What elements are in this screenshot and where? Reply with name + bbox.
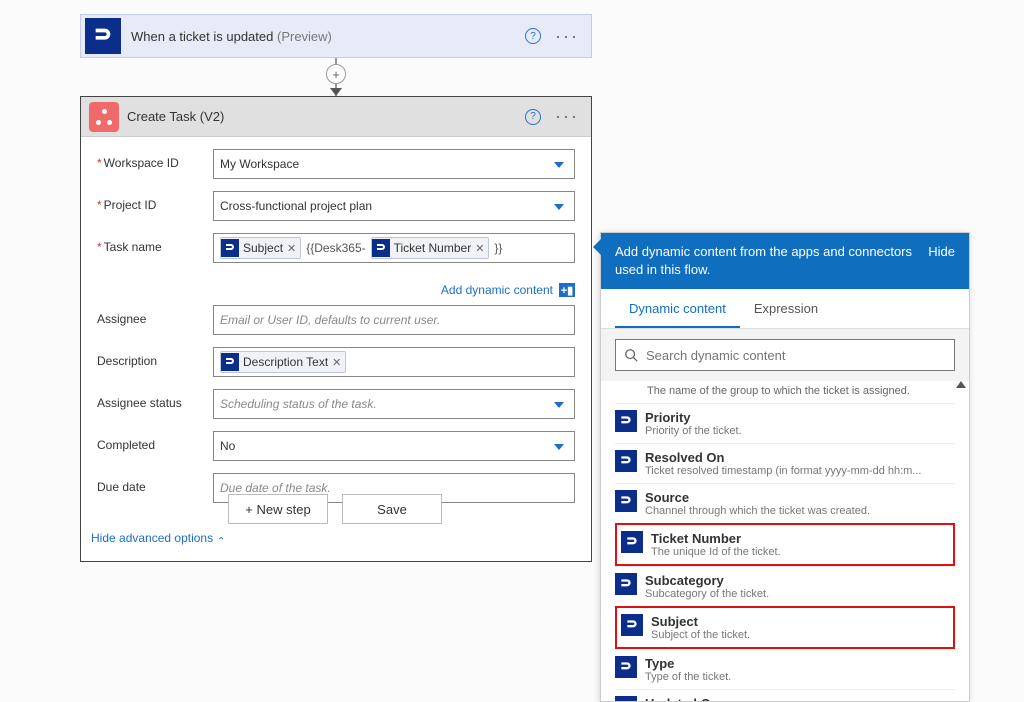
dynamic-item-title: Subcategory [645,573,955,588]
save-button[interactable]: Save [342,494,442,524]
dynamic-search[interactable] [615,339,955,371]
desk365-icon [615,450,637,472]
assignee-status-select[interactable]: Scheduling status of the task. [213,389,575,419]
token-ticket-number[interactable]: Ticket Number✕ [371,237,490,259]
dynamic-item[interactable]: Priority Priority of the ticket. [615,403,955,443]
description-label: Description [97,347,213,368]
taskname-input[interactable]: Subject✕ {{Desk365- Ticket Number✕ }} [213,233,575,263]
dynamic-item-desc: The unique Id of the ticket. [651,546,931,558]
more-icon[interactable]: ··· [555,26,579,47]
project-label: Project ID [97,191,213,212]
remove-token-icon[interactable]: ✕ [475,242,484,255]
remove-token-icon[interactable]: ✕ [287,242,296,255]
scroll-up-icon[interactable] [956,381,966,388]
dynamic-item-desc: Type of the ticket. [645,671,925,683]
workspace-select[interactable]: My Workspace [213,149,575,179]
dynamic-items-list[interactable]: The name of the group to which the ticke… [601,381,969,701]
hide-panel-button[interactable]: Hide [928,243,955,261]
desk365-icon [621,614,643,636]
dynamic-item[interactable]: Resolved On Ticket resolved timestamp (i… [615,443,955,483]
chevron-up-icon: ⌄ [217,534,225,545]
dynamic-item-desc: Ticket resolved timestamp (in format yyy… [645,465,925,477]
description-input[interactable]: Description Text✕ [213,347,575,377]
dynamic-item[interactable]: Subject Subject of the ticket. [615,606,955,649]
desk365-icon [615,573,637,595]
dynamic-search-input[interactable] [646,348,946,363]
dynamic-item-desc: Subject of the ticket. [651,629,931,641]
dynamic-item[interactable]: Source Channel through which the ticket … [615,483,955,523]
dynamic-item[interactable]: Type Type of the ticket. [615,649,955,689]
taskname-label: Task name [97,233,213,254]
dynamic-item-title: Subject [651,614,949,629]
trigger-title: When a ticket is updated (Preview) [125,29,525,44]
assignee-status-label: Assignee status [97,389,213,410]
assignee-label: Assignee [97,305,213,326]
asana-icon [89,102,119,132]
token-description[interactable]: Description Text✕ [220,351,346,373]
more-icon[interactable]: ··· [555,106,579,127]
remove-token-icon[interactable]: ✕ [332,356,341,369]
help-icon[interactable]: ? [525,109,541,125]
dynamic-item-title: Type [645,656,955,671]
plus-icon: +▮ [559,283,575,297]
dynamic-panel-header: Add dynamic content from the apps and co… [601,233,969,289]
action-title: Create Task (V2) [127,109,525,124]
dynamic-item-title: Source [645,490,955,505]
arrow-down-icon [330,88,342,96]
dynamic-item-cutoff: The name of the group to which the ticke… [615,381,955,403]
dynamic-item[interactable]: Updated On Ticket updated timestamp (in … [615,689,955,701]
insert-step-button[interactable]: + [326,64,346,84]
dynamic-item[interactable]: Ticket Number The unique Id of the ticke… [615,523,955,566]
dynamic-item[interactable]: Subcategory Subcategory of the ticket. [615,566,955,606]
desk365-icon [621,531,643,553]
tab-dynamic-content[interactable]: Dynamic content [615,289,740,328]
dynamic-item-desc: Priority of the ticket. [645,425,925,437]
dynamic-content-panel: Add dynamic content from the apps and co… [600,232,970,702]
action-card: Create Task (V2) ? ··· Workspace ID My W… [80,96,592,562]
dynamic-tabs: Dynamic content Expression [601,289,969,329]
add-dynamic-content-link[interactable]: Add dynamic content+▮ [441,283,575,297]
action-header[interactable]: Create Task (V2) ? ··· [81,97,591,137]
desk365-icon [615,490,637,512]
dynamic-item-desc: Channel through which the ticket was cre… [645,505,925,517]
desk365-icon [615,696,637,701]
hide-advanced-link[interactable]: Hide advanced options⌄ [81,521,591,561]
assignee-input[interactable]: Email or User ID, defaults to current us… [213,305,575,335]
token-subject[interactable]: Subject✕ [220,237,301,259]
desk365-icon [615,410,637,432]
dynamic-item-desc: Subcategory of the ticket. [645,588,925,600]
dynamic-item-title: Ticket Number [651,531,949,546]
completed-select[interactable]: No [213,431,575,461]
trigger-card[interactable]: When a ticket is updated (Preview) ? ··· [80,14,592,58]
dynamic-item-title: Updated On [645,696,955,701]
new-step-button[interactable]: + New step [228,494,328,524]
desk365-icon [85,18,121,54]
dynamic-item-title: Priority [645,410,955,425]
desk365-icon [615,656,637,678]
search-icon [624,348,638,362]
completed-label: Completed [97,431,213,452]
dynamic-item-title: Resolved On [645,450,955,465]
tab-expression[interactable]: Expression [740,289,832,328]
footer-buttons: + New step Save [228,494,442,524]
duedate-label: Due date [97,473,213,494]
workspace-label: Workspace ID [97,149,213,170]
help-icon[interactable]: ? [525,28,541,44]
project-select[interactable]: Cross-functional project plan [213,191,575,221]
